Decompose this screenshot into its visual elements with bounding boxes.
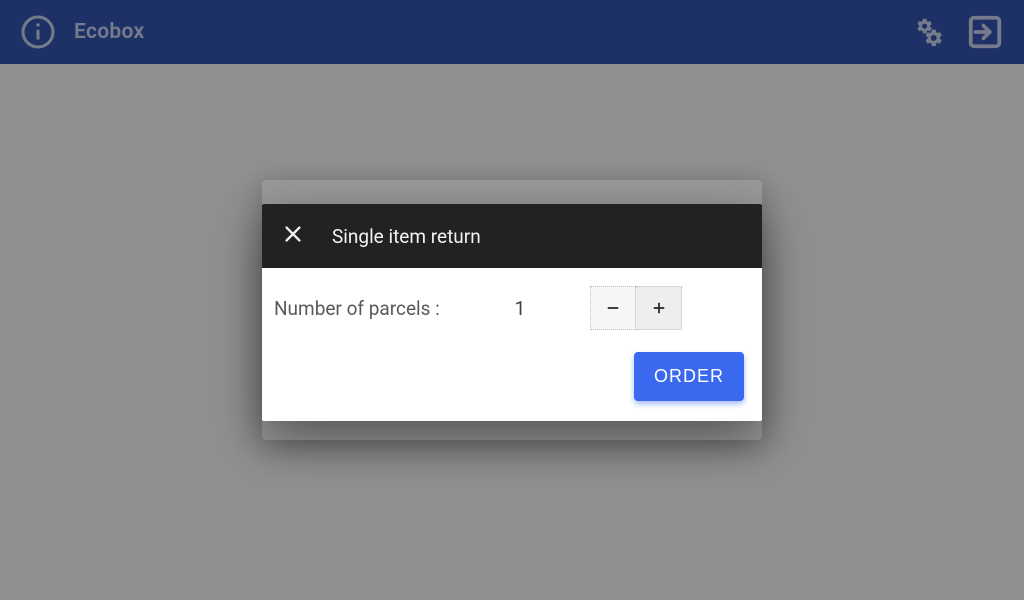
dialog-header: Single item return (262, 204, 762, 268)
parcels-row: Number of parcels : 1 (270, 286, 744, 330)
return-dialog: Single item return Number of parcels : 1… (262, 204, 762, 421)
minus-icon (604, 299, 622, 317)
close-icon[interactable] (282, 223, 304, 249)
dialog-title: Single item return (332, 225, 481, 248)
plus-icon (650, 299, 668, 317)
dialog-actions: ORDER (270, 352, 744, 401)
increment-button[interactable] (636, 286, 682, 330)
parcels-label: Number of parcels : (270, 297, 490, 320)
decrement-button[interactable] (590, 286, 636, 330)
quantity-stepper (590, 286, 682, 330)
dialog-body: Number of parcels : 1 ORDER (262, 268, 762, 421)
order-button[interactable]: ORDER (634, 352, 744, 401)
parcels-value: 1 (490, 297, 550, 320)
